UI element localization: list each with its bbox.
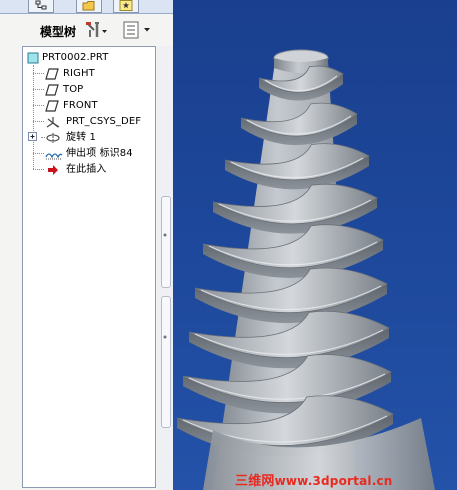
tree-item-label: TOP: [63, 84, 84, 95]
screw-3d-model: [176, 49, 435, 490]
settings-tools-icon[interactable]: [85, 21, 107, 39]
expand-plus-icon[interactable]: [28, 132, 38, 142]
grip-dot-icon: [163, 335, 167, 339]
thread-flights: [176, 65, 394, 457]
model-tree-list: PRT0002.PRT RIGHT TOP FRONT PRT_CSYS_DEF: [22, 46, 156, 488]
show-options-icon[interactable]: [122, 21, 154, 39]
tree-connector: [33, 169, 44, 170]
revolve-icon: [46, 133, 60, 143]
favorites-star-icon: [119, 0, 133, 11]
part-icon: [27, 52, 39, 64]
model-tree-tab-icon: [35, 0, 47, 10]
panel-splitter[interactable]: [157, 46, 173, 490]
sweep-protrusion-icon: [45, 153, 63, 160]
tree-connector: [33, 89, 44, 90]
insert-here-arrow-icon: [48, 165, 58, 175]
tree-item-label: FRONT: [63, 100, 98, 111]
tree-connector: [33, 121, 44, 122]
datum-plane-icon: [45, 68, 59, 80]
tree-connector: [33, 105, 44, 106]
collapse-handle-lower[interactable]: [161, 296, 171, 428]
tree-item-label: 在此插入: [66, 164, 107, 175]
model-tree-toolbar: 模型树: [0, 14, 173, 44]
tree-item-label: RIGHT: [63, 68, 95, 79]
navigator-tab-strip: [0, 0, 173, 14]
navigator-panel: 模型树 PRT0002.PRT RIGHT TOP FRONT PRT_CSYS…: [0, 0, 173, 490]
graphics-viewport[interactable]: 三维网www.3dportal.cn: [173, 0, 457, 490]
tree-connector: [33, 73, 44, 74]
datum-plane-icon: [45, 84, 59, 96]
tree-connector: [33, 153, 44, 154]
tree-item-label: PRT_CSYS_DEF: [66, 116, 142, 127]
tab-model-tree[interactable]: [28, 0, 54, 13]
folder-icon: [82, 0, 95, 11]
tree-item-label: 旋转 1: [66, 132, 96, 143]
csys-icon: [46, 117, 60, 128]
tab-folder-browser[interactable]: [76, 0, 102, 13]
collapse-handle-upper[interactable]: [161, 196, 171, 288]
watermark-url: www.3dportal.cn: [274, 474, 393, 488]
tree-item-label: PRT0002.PRT: [42, 52, 109, 63]
tree-item-label: 伸出项 标识84: [66, 148, 133, 159]
watermark-brand: 三维网: [235, 474, 275, 489]
watermark: 三维网www.3dportal.cn: [235, 470, 393, 489]
datum-plane-icon: [45, 100, 59, 112]
tab-favorites[interactable]: [113, 0, 139, 13]
model-tree-title: 模型树: [40, 25, 77, 39]
grip-dot-icon: [163, 233, 167, 237]
